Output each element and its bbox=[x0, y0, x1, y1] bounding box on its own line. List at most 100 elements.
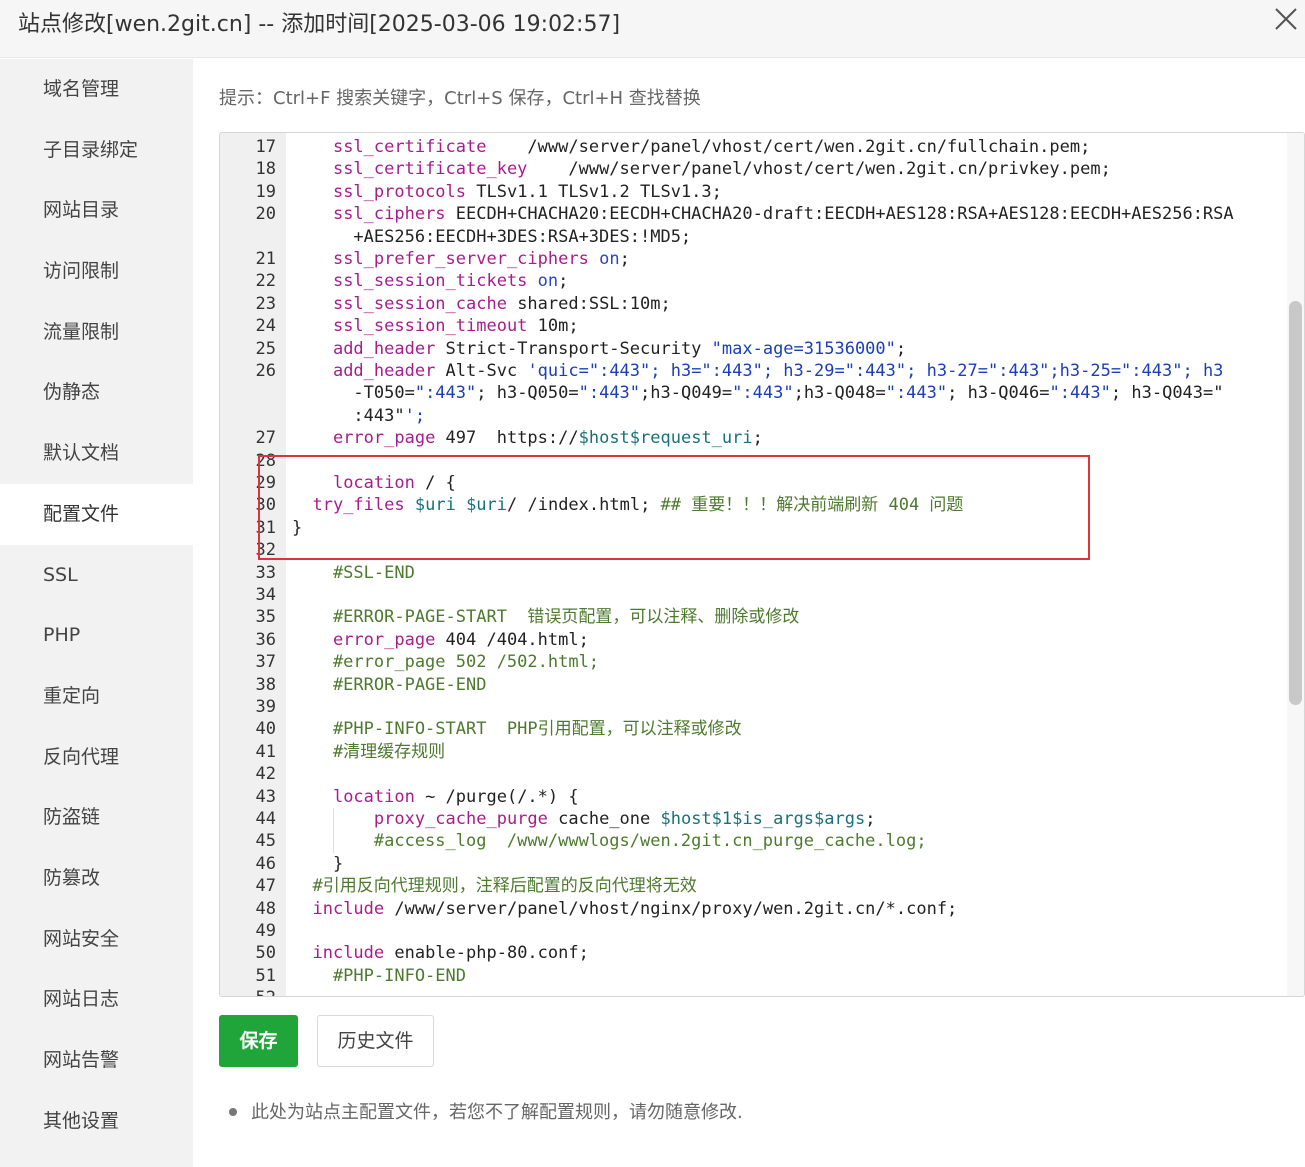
sidebar-item-default-doc[interactable]: 默认文档 bbox=[0, 423, 193, 484]
line-number: 33 bbox=[255, 562, 276, 583]
code-line: 21 ssl_prefer_server_ciphers on; bbox=[220, 248, 1304, 270]
sidebar-item-tamper-proof[interactable]: 防篡改 bbox=[0, 848, 193, 909]
sidebar-item-reverse-proxy[interactable]: 反向代理 bbox=[0, 727, 193, 788]
code-line: 42 bbox=[220, 763, 1304, 785]
code-text: #SSL-END bbox=[292, 562, 415, 583]
code-text: include enable-php-80.conf; bbox=[312, 943, 589, 964]
code-text: #PHP-INFO-END bbox=[292, 965, 466, 986]
code-line: 39 bbox=[220, 696, 1304, 718]
code-line: 46 } bbox=[220, 853, 1304, 875]
line-number: 18 bbox=[255, 159, 276, 180]
sidebar-item-traffic-limit[interactable]: 流量限制 bbox=[0, 302, 193, 363]
line-number: 30 bbox=[255, 495, 276, 516]
line-number: 27 bbox=[255, 428, 276, 449]
code-text: location ~ /purge(/.*) { bbox=[332, 786, 579, 807]
code-line: 31} bbox=[220, 517, 1304, 539]
code-area[interactable]: 17 ssl_certificate /www/server/panel/vho… bbox=[220, 133, 1304, 996]
code-text: #ERROR-PAGE-END bbox=[292, 674, 487, 695]
history-files-button[interactable]: 历史文件 bbox=[317, 1015, 434, 1067]
code-line: 48 include /www/server/panel/vhost/nginx… bbox=[220, 898, 1304, 920]
code-line: 29 location / { bbox=[220, 472, 1304, 494]
code-line: 44 proxy_cache_purge cache_one $host$1$i… bbox=[220, 808, 1304, 830]
code-text: ssl_session_cache shared:SSL:10m; bbox=[332, 293, 671, 314]
line-number: 44 bbox=[255, 809, 276, 829]
line-number: 42 bbox=[255, 764, 276, 785]
bullet-icon bbox=[229, 1107, 237, 1116]
code-text: +AES256:EECDH+3DES:RSA+3DES:!MD5; bbox=[292, 226, 692, 247]
line-number: 46 bbox=[255, 853, 276, 874]
close-button[interactable] bbox=[1271, 4, 1305, 40]
sidebar-item-site-logs[interactable]: 网站日志 bbox=[0, 969, 193, 1030]
dialog-titlebar: 站点修改[wen.2git.cn] -- 添加时间[2025-03-06 19:… bbox=[0, 0, 1305, 58]
line-number: 17 bbox=[255, 137, 276, 157]
code-text: #ERROR-PAGE-START 错误页配置，可以注释、删除或修改 bbox=[292, 607, 800, 628]
code-text: ssl_certificate_key /www/server/panel/vh… bbox=[332, 159, 1111, 180]
code-text: include /www/server/panel/vhost/nginx/pr… bbox=[312, 898, 958, 919]
code-line: 51 #PHP-INFO-END bbox=[220, 965, 1304, 987]
code-text: error_page 404 /404.html; bbox=[332, 629, 589, 650]
line-number: 36 bbox=[255, 629, 276, 650]
code-text: #error_page 502 /502.html; bbox=[292, 652, 600, 673]
code-text: #access_log /www/wwwlogs/wen.2git.cn_pur… bbox=[292, 831, 927, 852]
code-text: #PHP-INFO-START PHP引用配置，可以注释或修改 bbox=[292, 719, 742, 740]
sidebar-item-rewrite[interactable]: 伪静态 bbox=[0, 362, 193, 423]
sidebar-item-domain[interactable]: 域名管理 bbox=[0, 59, 193, 120]
code-line: 33 #SSL-END bbox=[220, 562, 1304, 584]
config-code-editor[interactable]: 17 ssl_certificate /www/server/panel/vho… bbox=[219, 132, 1305, 997]
sidebar-item-ssl[interactable]: SSL bbox=[0, 545, 193, 606]
code-text: proxy_cache_purge cache_one $host$1$is_a… bbox=[373, 809, 876, 829]
line-number: 28 bbox=[255, 450, 276, 471]
code-text: #引用反向代理规则，注释后配置的反向代理将无效 bbox=[292, 876, 697, 897]
code-line: 28 bbox=[220, 450, 1304, 472]
save-button[interactable]: 保存 bbox=[219, 1015, 298, 1067]
code-text: ssl_certificate /www/server/panel/vhost/… bbox=[332, 137, 1091, 157]
line-number: 34 bbox=[255, 585, 276, 605]
sidebar-item-subdir-binding[interactable]: 子目录绑定 bbox=[0, 120, 193, 181]
code-text: try_files $uri $uri/ /index.html; ## 重要！… bbox=[312, 495, 964, 516]
line-number: 24 bbox=[255, 316, 276, 337]
sidebar-item-site-alerts[interactable]: 网站告警 bbox=[0, 1030, 193, 1091]
sidebar-item-hotlink[interactable]: 防盗链 bbox=[0, 787, 193, 848]
sidebar-item-config-file[interactable]: 配置文件 bbox=[0, 483, 193, 545]
code-text: ssl_session_timeout 10m; bbox=[332, 316, 579, 337]
code-line: -T050=":443"; h3-Q050=":443";h3-Q049=":4… bbox=[220, 382, 1304, 404]
code-line: 32 bbox=[220, 539, 1304, 561]
indent-guide bbox=[333, 808, 334, 853]
line-number: 31 bbox=[255, 517, 276, 538]
line-number: 50 bbox=[255, 943, 276, 964]
code-line: 41 #清理缓存规则 bbox=[220, 741, 1304, 763]
code-line: 19 ssl_protocols TLSv1.1 TLSv1.2 TLSv1.3… bbox=[220, 181, 1304, 203]
code-text: location / { bbox=[332, 473, 456, 493]
sidebar-item-redirect[interactable]: 重定向 bbox=[0, 666, 193, 727]
line-number: 47 bbox=[255, 876, 276, 897]
line-number: 22 bbox=[255, 271, 276, 292]
code-line: 40 #PHP-INFO-START PHP引用配置，可以注释或修改 bbox=[220, 718, 1304, 740]
code-text: add_header Alt-Svc 'quic=":443"; h3=":44… bbox=[332, 361, 1224, 381]
code-text: :443"'; bbox=[292, 405, 426, 426]
line-number: 41 bbox=[255, 741, 276, 762]
code-text: ssl_session_tickets on; bbox=[332, 271, 569, 292]
line-number: 19 bbox=[255, 181, 276, 202]
line-number: 52 bbox=[220, 987, 276, 996]
code-line: 30 try_files $uri $uri/ /index.html; ## … bbox=[220, 494, 1304, 516]
sidebar-item-site-security[interactable]: 网站安全 bbox=[0, 909, 193, 970]
editor-scrollbar-thumb[interactable] bbox=[1289, 301, 1302, 705]
code-line: :443"'; bbox=[220, 405, 1304, 427]
line-number: 43 bbox=[255, 786, 276, 807]
code-line: 47 #引用反向代理规则，注释后配置的反向代理将无效 bbox=[220, 875, 1304, 897]
line-number: 26 bbox=[255, 361, 276, 381]
code-line: 52 bbox=[220, 987, 1304, 996]
shortcut-hint: 提示：Ctrl+F 搜索关键字，Ctrl+S 保存，Ctrl+H 查找替换 bbox=[219, 88, 701, 109]
sidebar-item-access-limit[interactable]: 访问限制 bbox=[0, 241, 193, 302]
line-number: 40 bbox=[255, 719, 276, 740]
line-number: 25 bbox=[255, 338, 276, 359]
sidebar-item-other-settings[interactable]: 其他设置 bbox=[0, 1091, 193, 1152]
code-text: ssl_prefer_server_ciphers on; bbox=[332, 249, 630, 269]
code-line: 35 #ERROR-PAGE-START 错误页配置，可以注释、删除或修改 bbox=[220, 606, 1304, 628]
sidebar-item-site-dir[interactable]: 网站目录 bbox=[0, 180, 193, 241]
editor-scrollbar-track[interactable] bbox=[1287, 133, 1304, 996]
code-text: add_header Strict-Transport-Security "ma… bbox=[332, 338, 907, 359]
line-number: 49 bbox=[255, 921, 276, 941]
sidebar-item-php[interactable]: PHP bbox=[0, 605, 193, 666]
close-icon[interactable] bbox=[1271, 4, 1305, 34]
